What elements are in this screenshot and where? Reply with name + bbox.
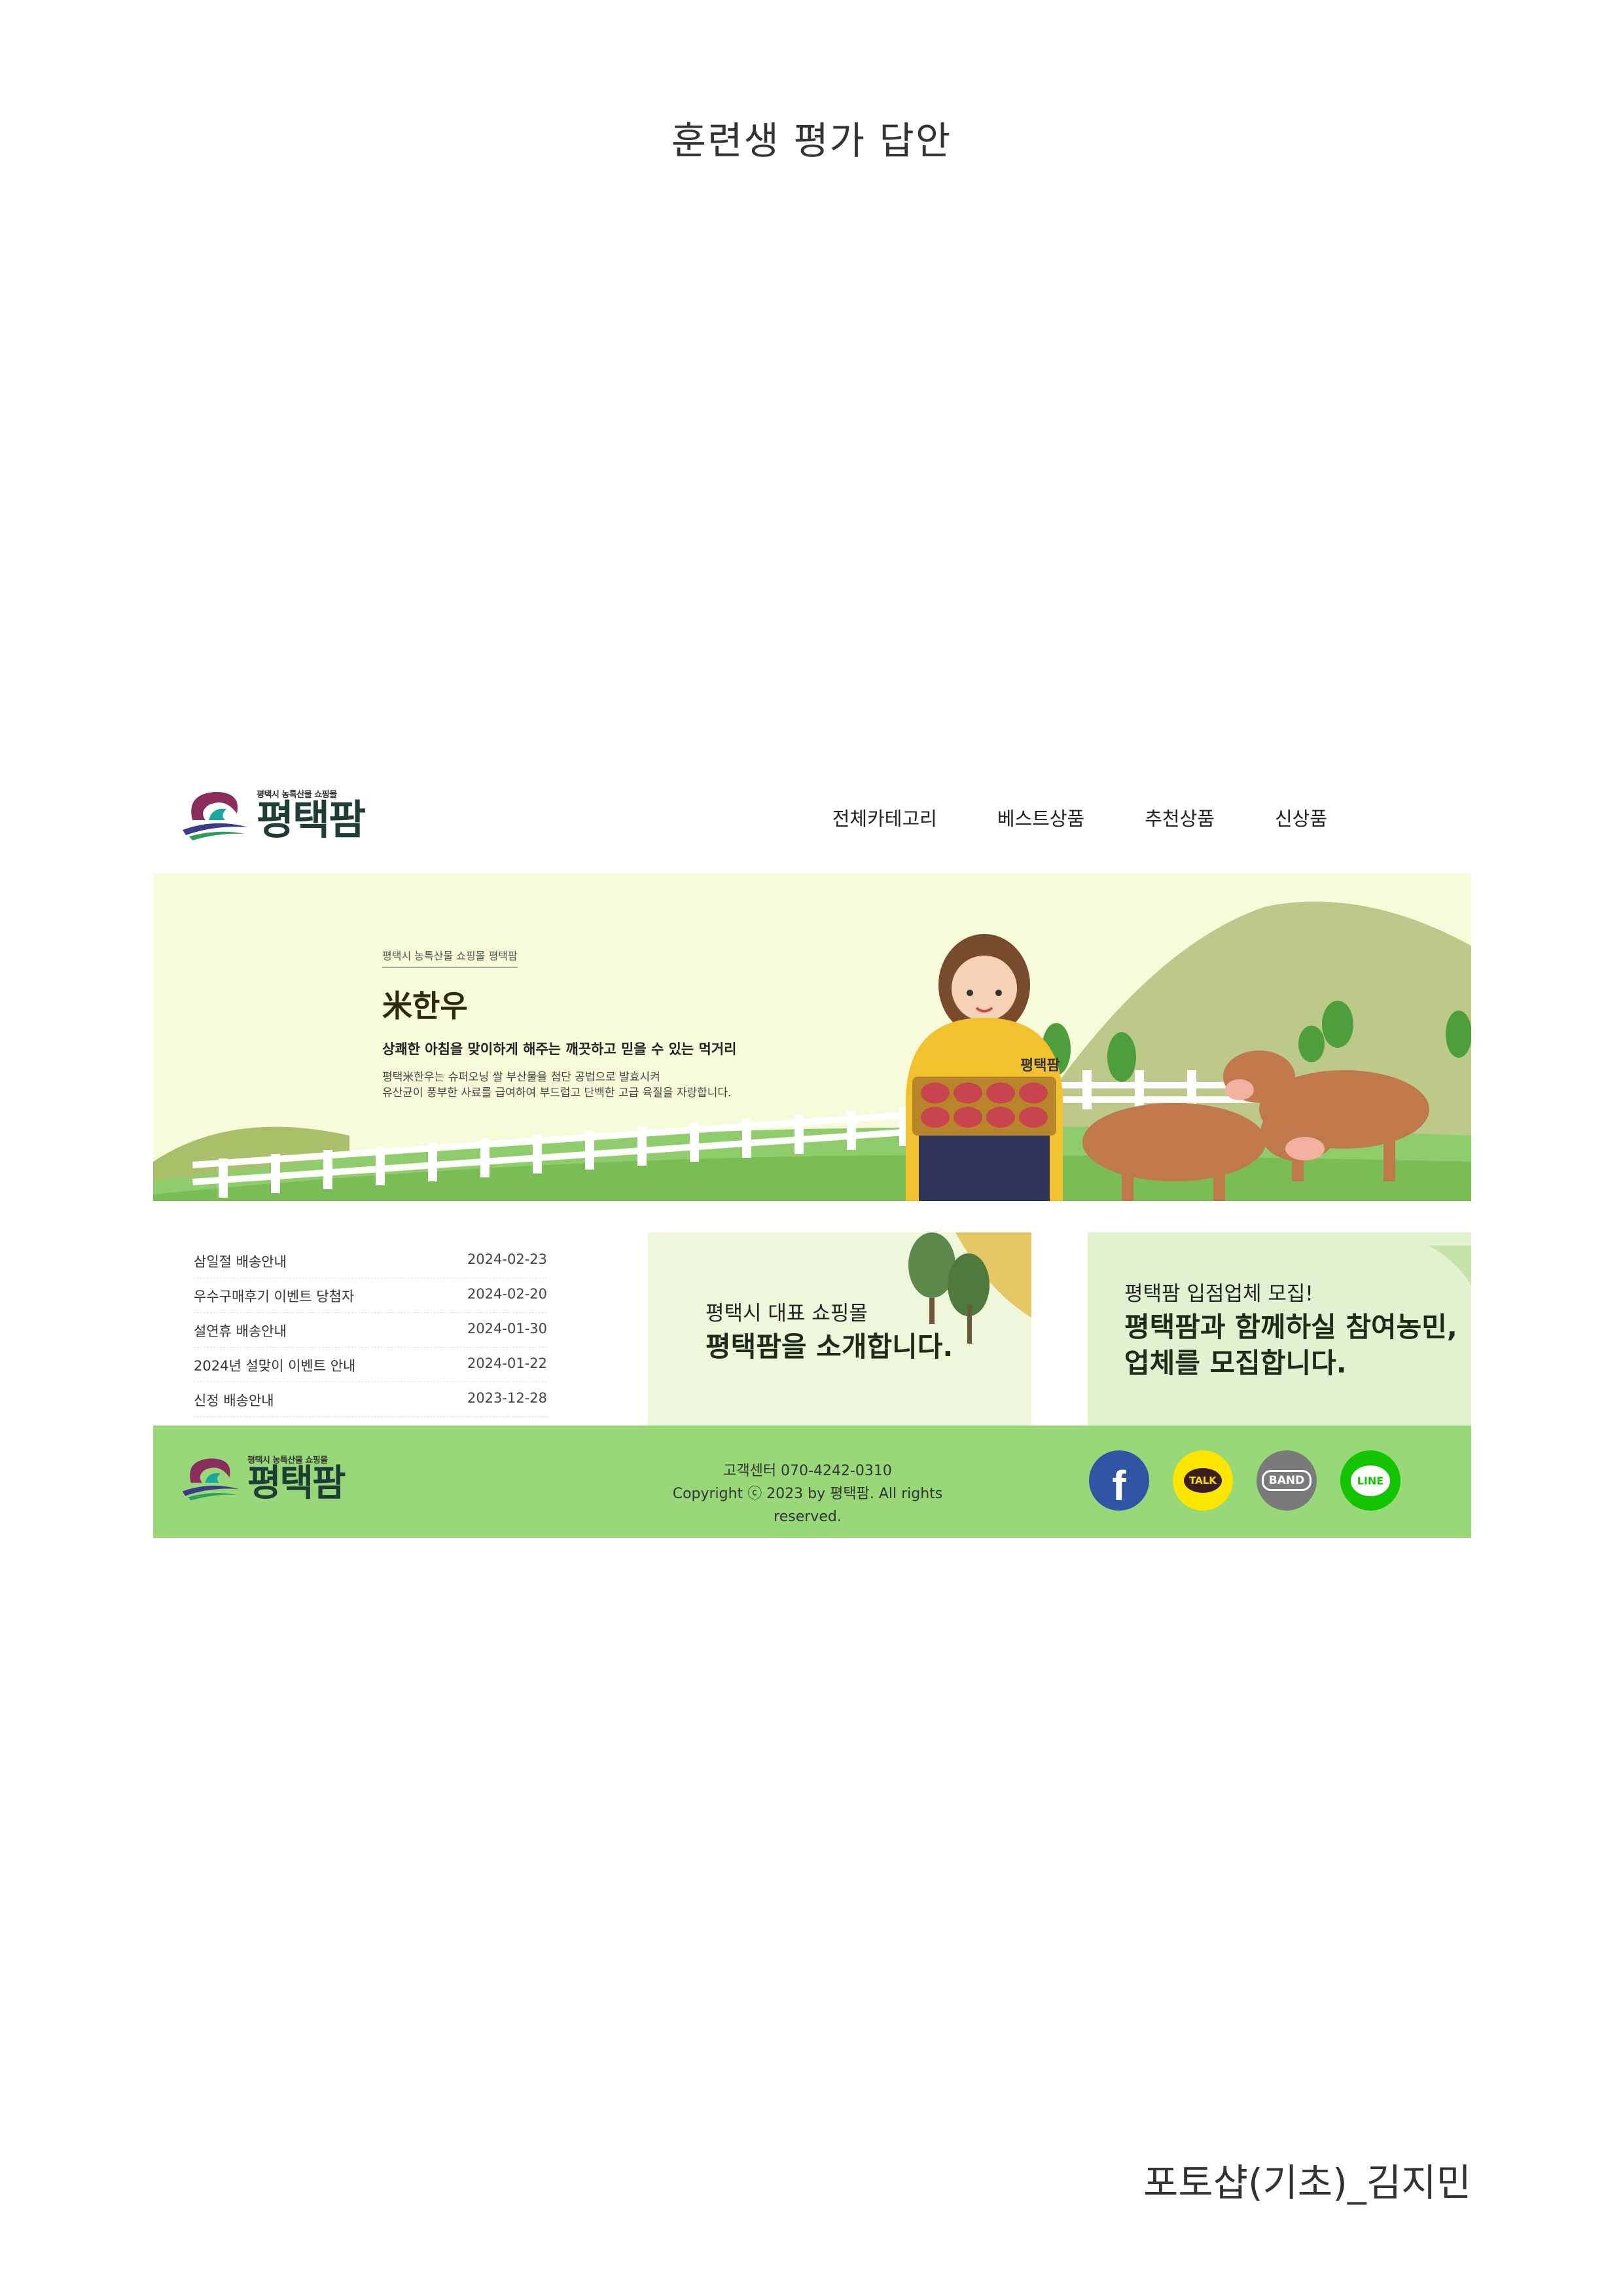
notice-date: 2024-02-23 (467, 1251, 547, 1267)
facebook-glyph: f (1112, 1462, 1126, 1509)
notice-title: 삼일절 배송안내 (194, 1254, 287, 1270)
notice-item[interactable]: 2024년 설맞이 이벤트 안내 2024-01-22 (194, 1348, 547, 1382)
hero-eyebrow: 평택시 농특산물 쇼핑몰 평택팜 (382, 947, 518, 968)
svg-text:평택팜: 평택팜 (1020, 1058, 1060, 1074)
customer-center: 고객센터 070-4242-0310 (723, 1463, 892, 1479)
kakaotalk-glyph: TALK (1184, 1468, 1222, 1493)
nav-recommended-products[interactable]: 추천상품 (1145, 804, 1215, 831)
notice-title: 2024년 설맞이 이벤트 안내 (194, 1358, 356, 1374)
document-title: 훈련생 평가 답안 (671, 118, 952, 163)
notice-title: 설연휴 배송안내 (194, 1323, 287, 1339)
notice-list: 삼일절 배송안내 2024-02-23 우수구매후기 이벤트 당첨자 2024-… (194, 1244, 547, 1417)
logo-name: 평택팜 (247, 1462, 346, 1505)
notice-date: 2024-02-20 (467, 1286, 547, 1302)
line-icon[interactable]: LINE (1340, 1450, 1400, 1511)
facebook-icon[interactable]: f (1089, 1450, 1149, 1511)
copyright: Copyright ⓒ 2023 by 평택팜. All rights rese… (672, 1486, 943, 1526)
hero-subtitle: 상쾌한 아침을 맞이하게 해주는 깨끗하고 믿을 수 있는 먹거리 (382, 1041, 737, 1057)
social-links: f TALK BAND LINE (1065, 1450, 1400, 1511)
logo-mark-icon (183, 792, 248, 840)
recruit-banner[interactable]: 평택팜 입점업체 모집! 평택팜과 함께하실 참여농민, 업체를 모집합니다. (1088, 1232, 1471, 1426)
site-header: 평택시 농특산물 쇼핑몰 평택팜 전체카테고리 베스트상품 추천상품 신상품 (153, 772, 1471, 874)
band-icon[interactable]: BAND (1257, 1450, 1317, 1511)
farm-illustration: 평택팜 (153, 901, 1471, 1201)
notice-date: 2023-12-28 (467, 1390, 547, 1406)
site-footer: 평택시 농특산물 쇼핑몰 평택팜 고객센터 070-4242-0310 Copy… (153, 1426, 1471, 1538)
notice-date: 2024-01-30 (467, 1321, 547, 1336)
footer-logo[interactable]: 평택시 농특산물 쇼핑몰 평택팜 (179, 1452, 346, 1505)
notice-item[interactable]: 우수구매후기 이벤트 당첨자 2024-02-20 (194, 1278, 547, 1313)
recruit-big-text: 평택팜과 함께하실 참여농민, 업체를 모집합니다. (1124, 1311, 1457, 1379)
notice-date: 2024-01-22 (467, 1355, 547, 1371)
notice-title: 신정 배송안내 (194, 1393, 274, 1408)
band-glyph: BAND (1261, 1470, 1312, 1491)
footer-contact: 고객센터 070-4242-0310 Copyright ⓒ 2023 by 평… (644, 1460, 971, 1529)
intro-banner[interactable]: 평택시 대표 쇼핑몰 평택팜을 소개합니다. (648, 1232, 1031, 1426)
notice-item[interactable]: 삼일절 배송안내 2024-02-23 (194, 1244, 547, 1278)
logo-name: 평택팜 (257, 795, 366, 844)
hero-description: 평택米한우는 슈퍼오닝 쌀 부산물을 첨단 공법으로 발효시켜 유산균이 풍부한… (382, 1071, 732, 1100)
intro-big-text: 평택팜을 소개합니다. (705, 1331, 954, 1363)
notice-item[interactable]: 신정 배송안내 2023-12-28 (194, 1382, 547, 1417)
website-mockup: 평택시 농특산물 쇼핑몰 평택팜 전체카테고리 베스트상품 추천상품 신상품 평… (153, 772, 1471, 1538)
notice-item[interactable]: 설연휴 배송안내 2024-01-30 (194, 1313, 547, 1348)
nav-all-categories[interactable]: 전체카테고리 (832, 804, 937, 831)
logo-mark-icon (182, 1458, 240, 1501)
nav-best-products[interactable]: 베스트상품 (997, 804, 1084, 831)
document-author: 포토샵(기초)_김지민 (1143, 2161, 1471, 2205)
site-logo[interactable]: 평택시 농특산물 쇼핑몰 평택팜 (179, 784, 366, 844)
intro-small-text: 평택시 대표 쇼핑몰 (705, 1302, 868, 1325)
recruit-small-text: 평택팜 입점업체 모집! (1124, 1282, 1313, 1306)
main-nav: 전체카테고리 베스트상품 추천상품 신상품 (772, 804, 1327, 831)
hero-banner[interactable]: 평택팜 평택시 농특산물 쇼핑몰 평택팜 米한우 상쾌한 아침을 맞이하게 해주… (153, 874, 1471, 1201)
kakaotalk-icon[interactable]: TALK (1173, 1450, 1233, 1511)
notice-title: 우수구매후기 이벤트 당첨자 (194, 1289, 355, 1304)
nav-new-products[interactable]: 신상품 (1275, 804, 1327, 831)
hero-title: 米한우 (382, 988, 468, 1024)
line-glyph: LINE (1350, 1465, 1391, 1496)
hero-copy: 평택시 농특산물 쇼핑몰 평택팜 米한우 상쾌한 아침을 맞이하게 해주는 깨끗… (382, 947, 737, 1102)
